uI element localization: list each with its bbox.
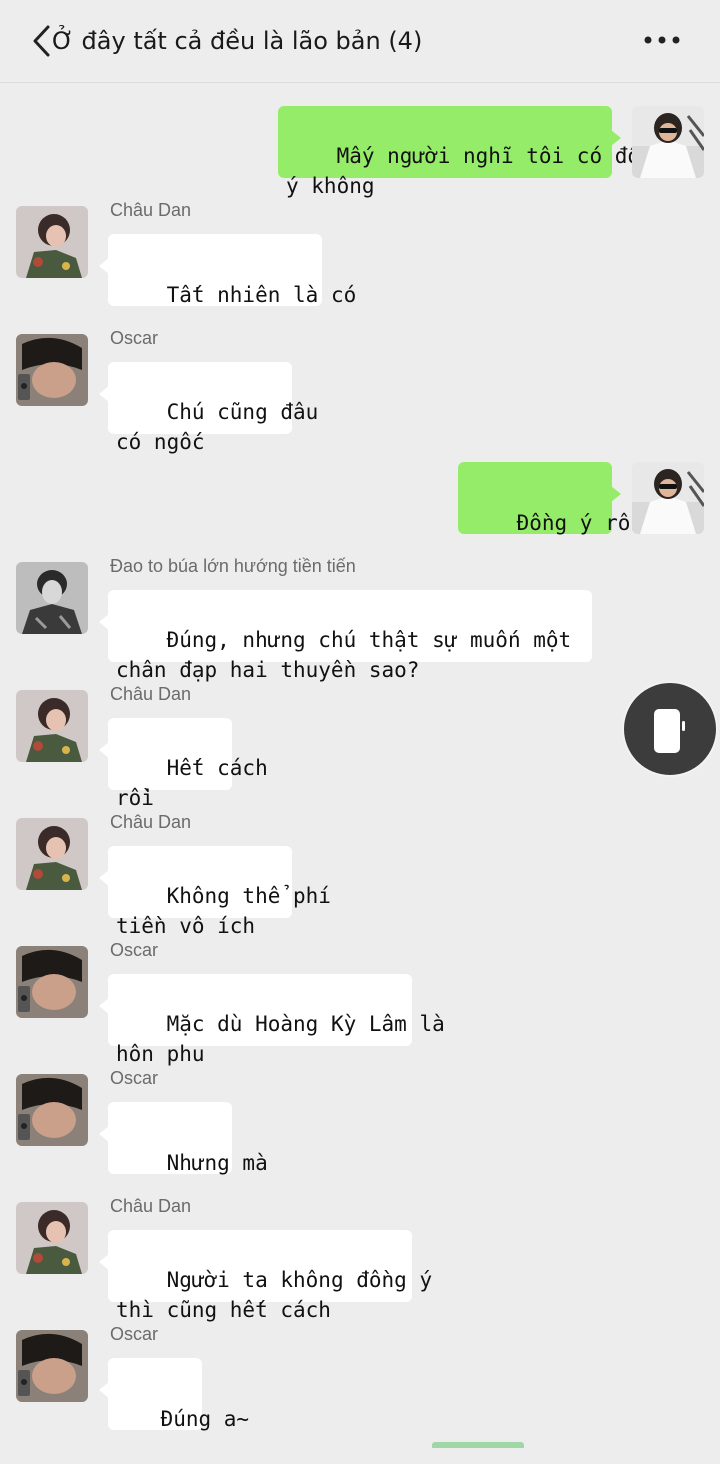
avatar-chau-dan[interactable]: [16, 818, 88, 890]
message-text: Đúng a~: [160, 1407, 250, 1431]
sender-name: Châu Dan: [110, 812, 192, 832]
avatar-oscar[interactable]: [16, 946, 88, 1018]
avatar-oscar[interactable]: [16, 1074, 88, 1146]
message-bubble-in[interactable]: Mặc dù Hoàng Kỳ Lâm là hôn phu: [99, 974, 445, 1066]
phone-icon: [654, 709, 685, 753]
avatar-chau-dan[interactable]: [16, 690, 88, 762]
message-bubble-out[interactable]: Mấy người nghĩ tôi có đồng ý không: [278, 106, 665, 198]
message-bubble-in[interactable]: Đúng a~: [99, 1358, 249, 1431]
message-text: Hết cách rồi: [116, 756, 268, 810]
avatar-chau-dan[interactable]: [16, 206, 88, 278]
avatar-chau-dan[interactable]: [16, 1202, 88, 1274]
sender-name: Châu Dan: [110, 684, 192, 704]
message-bubble-in[interactable]: Hết cách rồi: [99, 718, 268, 810]
sender-name: Đao to búa lớn hướng tiền tiến: [110, 556, 356, 576]
message-bubble-in[interactable]: Người ta không đồng ý thì cũng hết cách: [99, 1230, 432, 1322]
message-bubble-in[interactable]: Nhưng mà: [99, 1102, 268, 1175]
more-dots-icon[interactable]: [642, 32, 682, 48]
sender-name: Châu Dan: [110, 200, 192, 220]
sender-name: Oscar: [110, 1068, 159, 1088]
message-text: Mặc dù Hoàng Kỳ Lâm là hôn phu: [116, 1012, 445, 1066]
message-bubble-out[interactable]: Đồng ý rồi: [458, 462, 643, 535]
message-text: Không thể phí tiền vô ích: [116, 884, 331, 938]
message-text: Mấy người nghĩ tôi có đồng ý không: [286, 144, 665, 198]
sender-name: Oscar: [110, 1324, 159, 1344]
chevron-left-icon[interactable]: [30, 24, 54, 58]
message-text: Người ta không đồng ý thì cũng hết cách: [116, 1268, 433, 1322]
bottom-indicator: [432, 1442, 524, 1448]
message-bubble-in[interactable]: Chú cũng đâu có ngốc: [99, 362, 318, 454]
message-bubble-in[interactable]: Đúng, nhưng chú thật sự muốn một chân đạ…: [99, 590, 592, 682]
message-text: Nhưng mà: [166, 1151, 268, 1175]
avatar-self[interactable]: [632, 106, 704, 178]
chat-header: Ở đây tất cả đều là lão bản (4): [0, 0, 720, 83]
avatar-self[interactable]: [632, 462, 704, 534]
avatar-oscar[interactable]: [16, 334, 88, 406]
message-bubble-in[interactable]: Không thể phí tiền vô ích: [99, 846, 331, 938]
sender-name: Oscar: [110, 328, 159, 348]
sender-name: Châu Dan: [110, 1196, 192, 1216]
message-text: Đúng, nhưng chú thật sự muốn một chân đạ…: [116, 628, 572, 682]
sender-name: Oscar: [110, 940, 159, 960]
avatar-oscar[interactable]: [16, 1330, 88, 1402]
message-text: Tất nhiên là có: [166, 283, 357, 307]
floating-call-button[interactable]: [622, 681, 718, 777]
chat-title: Ở đây tất cả đều là lão bản (4): [52, 27, 423, 55]
message-bubble-in[interactable]: Tất nhiên là có: [99, 234, 356, 307]
message-text: Chú cũng đâu có ngốc: [116, 400, 319, 454]
avatar-dao-to[interactable]: [16, 562, 88, 634]
message-text: Đồng ý rồi: [516, 511, 644, 535]
